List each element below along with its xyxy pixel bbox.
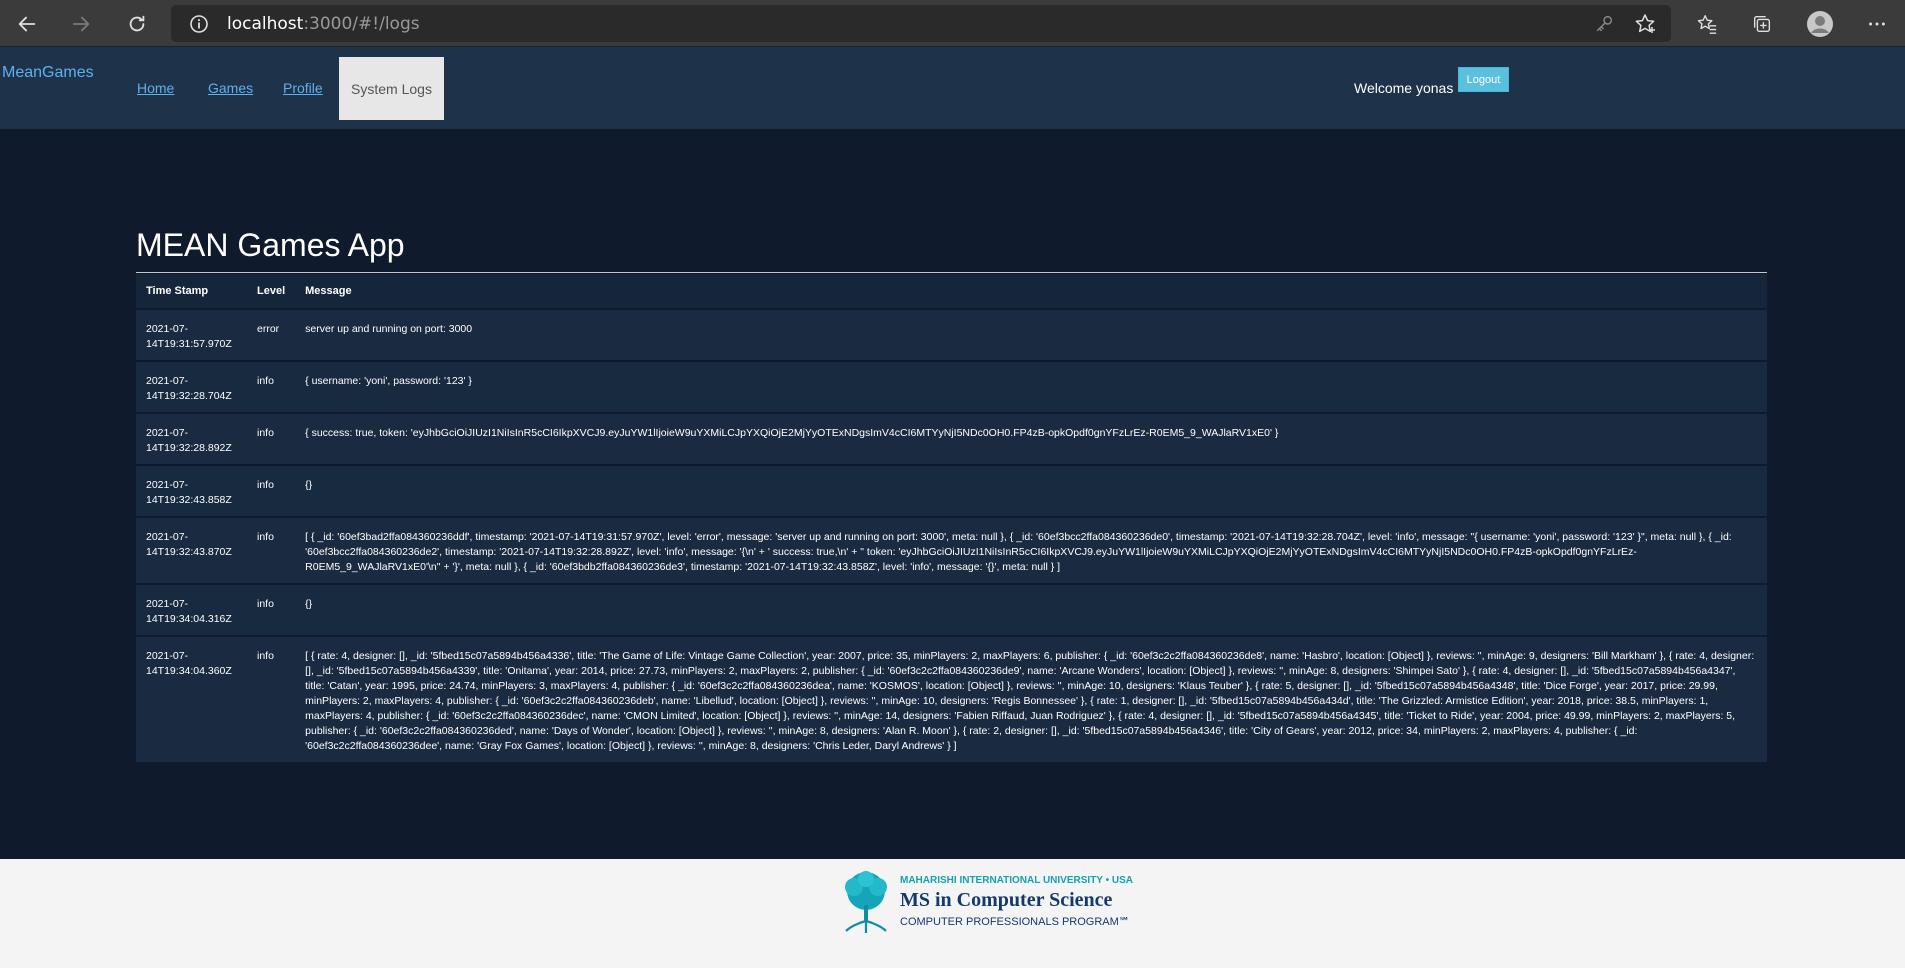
info-icon[interactable] xyxy=(189,14,209,34)
table-row: 2021-07-14T19:34:04.316Z info {} xyxy=(136,583,1767,636)
nav-link-profile[interactable]: Profile xyxy=(283,80,323,96)
column-header-level: Level xyxy=(247,274,296,310)
cell-timestamp: 2021-07-14T19:34:04.360Z xyxy=(136,635,247,762)
url-text[interactable]: localhost:3000/#!/logs xyxy=(227,14,420,34)
more-icon xyxy=(1869,22,1885,26)
cell-message: [ { _id: '60ef3bad2ffa084360236ddf', tim… xyxy=(295,516,1767,584)
cell-level: info xyxy=(247,412,296,465)
browser-toolbar: localhost:3000/#!/logs xyxy=(0,0,1905,47)
profile-button[interactable] xyxy=(1805,9,1835,39)
cell-timestamp: 2021-07-14T19:34:04.316Z xyxy=(136,583,247,636)
refresh-button[interactable] xyxy=(122,9,152,39)
nav-link-games[interactable]: Games xyxy=(208,80,253,96)
welcome-text: Welcome yonas xyxy=(1354,80,1454,96)
cell-level: info xyxy=(247,360,296,413)
key-icon[interactable] xyxy=(1593,13,1615,35)
table-row: 2021-07-14T19:32:43.870Z info [ { _id: '… xyxy=(136,516,1767,584)
program-logo: MAHARISHI INTERNATIONAL UNIVERSITY • USA… xyxy=(834,869,1134,939)
program-name: MS in Computer Science xyxy=(900,889,1113,911)
site-navbar: MeanGames Home Games Profile System Logs… xyxy=(0,47,1905,129)
cell-timestamp: 2021-07-14T19:32:43.858Z xyxy=(136,464,247,517)
address-bar[interactable]: localhost:3000/#!/logs xyxy=(171,5,1671,42)
cell-level: info xyxy=(247,464,296,517)
table-row: 2021-07-14T19:32:28.704Z info { username… xyxy=(136,360,1767,413)
footer: MAHARISHI INTERNATIONAL UNIVERSITY • USA… xyxy=(0,859,1905,968)
table-row: 2021-07-14T19:32:28.892Z info { success:… xyxy=(136,412,1767,465)
cell-level: info xyxy=(247,583,296,636)
table-header-row: Time Stamp Level Message xyxy=(136,274,1767,310)
cell-message: {} xyxy=(295,583,1767,636)
cell-timestamp: 2021-07-14T19:31:57.970Z xyxy=(136,308,247,361)
cell-timestamp: 2021-07-14T19:32:43.870Z xyxy=(136,516,247,584)
logout-button[interactable]: Logout xyxy=(1458,67,1509,92)
cell-message: server up and running on port: 3000 xyxy=(295,308,1767,361)
cell-level: info xyxy=(247,635,296,762)
cell-message: { success: true, token: 'eyJhbGciOiJIUzI… xyxy=(295,412,1767,465)
avatar-icon xyxy=(1807,11,1833,37)
title-divider xyxy=(136,272,1767,273)
program-subtitle: COMPUTER PROFESSIONALS PROGRAM℠ xyxy=(900,916,1131,928)
page-title: MEAN Games App xyxy=(136,227,405,263)
forward-button[interactable] xyxy=(66,9,96,39)
table-row: 2021-07-14T19:34:04.360Z info [ { rate: … xyxy=(136,635,1767,762)
brand-link[interactable]: MeanGames xyxy=(2,64,94,82)
favorites-icon xyxy=(1697,15,1717,34)
column-header-message: Message xyxy=(295,274,1767,310)
refresh-icon xyxy=(129,15,145,32)
cell-timestamp: 2021-07-14T19:32:28.892Z xyxy=(136,412,247,465)
favorites-button[interactable] xyxy=(1692,9,1722,39)
cell-level: error xyxy=(247,308,296,361)
logs-table: Time Stamp Level Message 2021-07-14T19:3… xyxy=(136,274,1767,762)
nav-link-home[interactable]: Home xyxy=(137,80,174,96)
cell-level: info xyxy=(247,516,296,584)
column-header-timestamp: Time Stamp xyxy=(136,274,247,310)
collections-button[interactable] xyxy=(1747,9,1777,39)
nav-link-system-logs[interactable]: System Logs xyxy=(339,57,444,120)
table-row: 2021-07-14T19:32:43.858Z info {} xyxy=(136,464,1767,517)
arrow-left-icon xyxy=(18,16,36,32)
cell-message: [ { rate: 4, designer: [], _id: '5fbed15… xyxy=(295,635,1767,762)
back-button[interactable] xyxy=(12,9,42,39)
table-row: 2021-07-14T19:31:57.970Z error server up… xyxy=(136,308,1767,361)
arrow-right-icon xyxy=(72,16,90,32)
cell-timestamp: 2021-07-14T19:32:28.704Z xyxy=(136,360,247,413)
cell-message: { username: 'yoni', password: '123' } xyxy=(295,360,1767,413)
add-favorite-icon[interactable] xyxy=(1633,12,1657,36)
university-name: MAHARISHI INTERNATIONAL UNIVERSITY • USA xyxy=(900,875,1133,886)
tree-logo-icon xyxy=(845,871,887,933)
collections-icon xyxy=(1753,15,1771,33)
more-button[interactable] xyxy=(1862,9,1892,39)
cell-message: {} xyxy=(295,464,1767,517)
